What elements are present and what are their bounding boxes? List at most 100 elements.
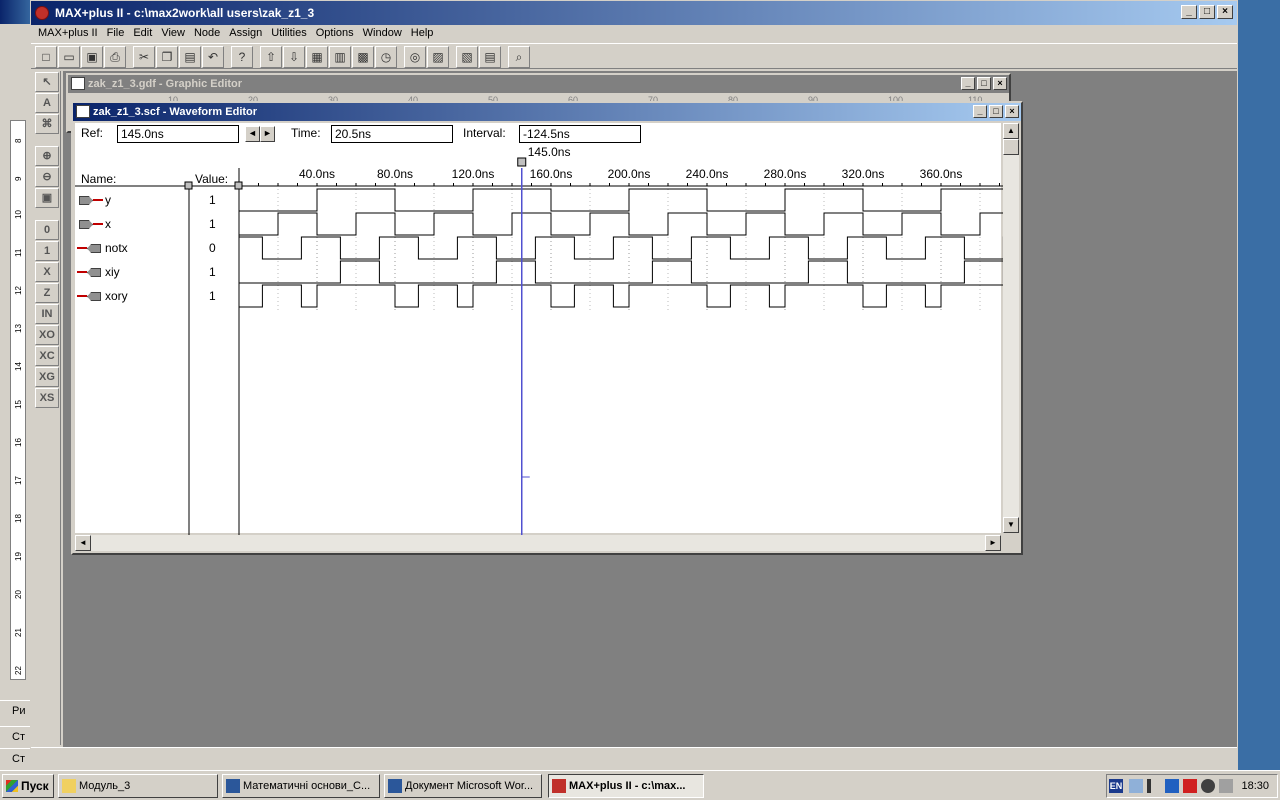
time-tick-label: 200.0ns (608, 167, 651, 181)
fit-icon[interactable]: ▣ (35, 188, 59, 208)
waveform-panel[interactable]: Ref: 145.0ns ◄ ► Time: 20.5ns Interval: … (75, 123, 1005, 535)
copy-icon[interactable]: ❐ (156, 46, 178, 68)
cut-icon[interactable]: ✂ (133, 46, 155, 68)
waveform-canvas[interactable]: 40.0ns 80.0ns 120.0ns 160.0ns 200.0ns 240.0ns… (75, 123, 1005, 535)
maxplus-window: MAX+plus II - c:\max2work\all users\zak_… (30, 0, 1238, 770)
network-icon[interactable] (1129, 779, 1143, 793)
word-ruler-number: 15 (14, 400, 23, 409)
scroll-up-button[interactable]: ▲ (1003, 123, 1019, 139)
inv-icon[interactable]: IN (35, 304, 59, 324)
text-tool-icon[interactable]: A (35, 93, 59, 113)
compile-icon[interactable]: ▥ (329, 46, 351, 68)
speaker-icon[interactable] (1201, 779, 1215, 793)
open-icon[interactable]: ▭ (58, 46, 80, 68)
task-label: Модуль_3 (79, 780, 131, 792)
start-button[interactable]: Пуск (2, 774, 54, 798)
menu-window[interactable]: Window (360, 25, 408, 43)
help-icon[interactable]: ? (231, 46, 253, 68)
menu-view[interactable]: View (158, 25, 191, 43)
usb-icon[interactable] (1219, 779, 1233, 793)
xs-icon[interactable]: XS (35, 388, 59, 408)
undo-icon[interactable]: ↶ (202, 46, 224, 68)
gdf-minimize-button[interactable]: _ (961, 77, 975, 90)
print-icon[interactable]: ⎙ (104, 46, 126, 68)
gdf-maximize-button[interactable]: □ (977, 77, 991, 90)
xg-icon[interactable]: XG (35, 367, 59, 387)
floorplan-icon[interactable]: ▦ (306, 46, 328, 68)
task-label: MAX+plus II - c:\max... (569, 780, 686, 792)
app-titlebar[interactable]: MAX+plus II - c:\max2work\all users\zak_… (31, 1, 1237, 25)
programmer-icon[interactable]: ◎ (404, 46, 426, 68)
language-indicator[interactable]: EN (1109, 779, 1123, 793)
xo-icon[interactable]: XO (35, 325, 59, 345)
word-ruler-number: 22 (14, 666, 23, 675)
select-arrow-icon[interactable]: ↖ (35, 72, 59, 92)
open-rpt-icon[interactable]: ▤ (479, 46, 501, 68)
gdf-close-button[interactable]: × (993, 77, 1007, 90)
time-tick-label: 80.0ns (377, 167, 413, 181)
bluetooth-icon[interactable] (1165, 779, 1179, 793)
menu-edit[interactable]: Edit (130, 25, 158, 43)
waveform-vertical-scrollbar[interactable]: ▲ ▼ (1003, 123, 1019, 533)
hierarchy-up-icon[interactable]: ⇧ (260, 46, 282, 68)
scroll-down-button[interactable]: ▼ (1003, 517, 1019, 533)
time-tick-label: 120.0ns (452, 167, 495, 181)
maxplus-app-icon (35, 6, 49, 20)
menu-assign[interactable]: Assign (226, 25, 268, 43)
zoom-out-icon[interactable]: ⊖ (35, 167, 59, 187)
folder-icon (62, 779, 76, 793)
x-icon[interactable]: X (35, 262, 59, 282)
scroll-right-button[interactable]: ► (985, 535, 1001, 551)
word-ruler-number: 11 (14, 248, 23, 257)
menu-options[interactable]: Options (313, 25, 360, 43)
scf-minimize-button[interactable]: _ (973, 105, 987, 118)
word-ruler-number: 8 (14, 138, 23, 143)
task-word-mathematical[interactable]: Математичні основи_С... (222, 774, 380, 798)
vertical-scroll-thumb[interactable] (1003, 139, 1019, 155)
graphic-editor-titlebar[interactable]: zak_z1_3.gdf - Graphic Editor _ □ × (68, 75, 1009, 93)
z-icon[interactable]: Z (35, 283, 59, 303)
word-ruler-number: 21 (14, 628, 23, 637)
open-wave-icon[interactable]: ▧ (456, 46, 478, 68)
new-icon[interactable]: □ (35, 46, 57, 68)
close-button[interactable]: × (1217, 5, 1233, 19)
scf-maximize-button[interactable]: □ (989, 105, 1003, 118)
task-word-document[interactable]: Документ Microsoft Wor... (384, 774, 542, 798)
maximize-button[interactable]: □ (1199, 5, 1215, 19)
word-icon (388, 779, 402, 793)
scf-close-button[interactable]: × (1005, 105, 1019, 118)
xc-icon[interactable]: XC (35, 346, 59, 366)
paste-icon[interactable]: ▤ (179, 46, 201, 68)
menu-help[interactable]: Help (408, 25, 440, 43)
menu-utilities[interactable]: Utilities (268, 25, 312, 43)
menu-file[interactable]: File (104, 25, 131, 43)
one-icon[interactable]: 1 (35, 241, 59, 261)
time-tick-label: 40.0ns (299, 167, 335, 181)
task-modul-3[interactable]: Модуль_3 (58, 774, 218, 798)
time-tick-label: 320.0ns (842, 167, 885, 181)
node-tool-icon[interactable]: ⌘ (35, 114, 59, 134)
find-icon[interactable]: ⌕ (508, 46, 530, 68)
antivirus-icon[interactable] (1183, 779, 1197, 793)
word-ruler-number: 14 (14, 362, 23, 371)
minimize-button[interactable]: _ (1181, 5, 1197, 19)
zero-icon[interactable]: 0 (35, 220, 59, 240)
waveform-editor-titlebar[interactable]: zak_z1_3.scf - Waveform Editor _ □ × (73, 103, 1021, 121)
menubar: MAX+plus II File Edit View Node Assign Utiliti… (31, 25, 1237, 43)
scroll-left-button[interactable]: ◄ (75, 535, 91, 551)
hierarchy-down-icon[interactable]: ⇩ (283, 46, 305, 68)
waveform-horizontal-scrollbar[interactable]: ◄ ► (75, 535, 1001, 551)
word-ruler-number: 20 (14, 590, 23, 599)
zoom-in-icon[interactable]: ⊕ (35, 146, 59, 166)
open-sch-icon[interactable]: ▨ (427, 46, 449, 68)
simulate-icon[interactable]: ▩ (352, 46, 374, 68)
menu-node[interactable]: Node (191, 25, 226, 43)
save-icon[interactable]: ▣ (81, 46, 103, 68)
main-toolbar: □ ▭ ▣ ⎙ ✂ ❐ ▤ ↶? ⇧ ⇩ ▦ ▥ ▩ ◷ ◎ ▨ ▧ ▤ ⌕ (31, 43, 1237, 69)
menu-max-plus-ii[interactable]: MAX+plus II (35, 25, 104, 43)
signal-icon[interactable] (1147, 779, 1161, 793)
waveform-editor-window[interactable]: zak_z1_3.scf - Waveform Editor _ □ × Ref… (71, 101, 1023, 555)
task-maxplus[interactable]: MAX+plus II - c:\max... (548, 774, 704, 798)
timing-icon[interactable]: ◷ (375, 46, 397, 68)
word-titlebar (0, 0, 34, 24)
